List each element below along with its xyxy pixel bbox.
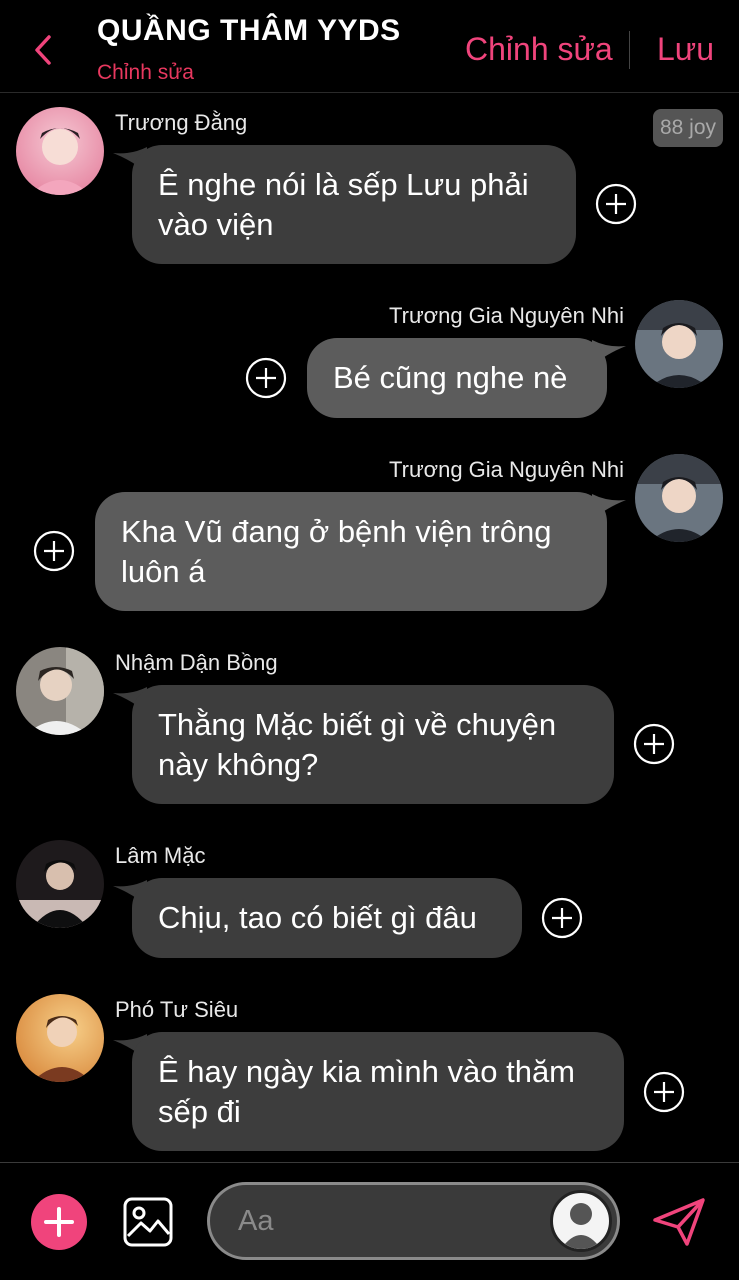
plus-circle-icon[interactable] bbox=[541, 897, 583, 939]
avatar[interactable] bbox=[635, 454, 723, 542]
plus-circle-icon[interactable] bbox=[595, 183, 637, 225]
plus-circle-icon[interactable] bbox=[33, 530, 75, 572]
sender-name: Nhậm Dận Bồng bbox=[115, 650, 278, 675]
sender-name: Trương Đằng bbox=[115, 110, 248, 135]
avatar[interactable] bbox=[635, 300, 723, 388]
sender-name: Lâm Mặc bbox=[115, 843, 206, 868]
message-line: sếp đi bbox=[158, 1094, 241, 1129]
chevron-left-icon[interactable] bbox=[28, 30, 58, 70]
sender-name: Trương Gia Nguyên Nhi bbox=[389, 303, 624, 328]
send-icon[interactable] bbox=[651, 1196, 707, 1248]
user-silhouette-icon[interactable] bbox=[550, 1190, 612, 1252]
edit-button[interactable]: Chỉnh sửa bbox=[465, 31, 613, 68]
message-bubble[interactable]: Thằng Mặc biết gì về chuyện này không? bbox=[132, 685, 614, 804]
message-line: Chịu, tao có biết gì đâu bbox=[158, 900, 477, 935]
save-button[interactable]: Lưu bbox=[657, 31, 714, 68]
message-bubble[interactable]: Ê hay ngày kia mình vào thăm sếp đi bbox=[132, 1032, 624, 1151]
plus-circle-icon[interactable] bbox=[643, 1071, 685, 1113]
plus-circle-icon[interactable] bbox=[633, 723, 675, 765]
avatar[interactable] bbox=[16, 840, 104, 928]
avatar[interactable] bbox=[16, 647, 104, 735]
add-button[interactable] bbox=[31, 1194, 87, 1250]
header-divider bbox=[629, 31, 630, 69]
sender-name: Phó Tư Siêu bbox=[115, 997, 239, 1022]
message-bubble[interactable]: Ê nghe nói là sếp Lưu phải vào viện bbox=[132, 145, 576, 264]
message-line: Kha Vũ đang ở bệnh viện trông bbox=[121, 514, 552, 549]
joy-badge: 88 joy bbox=[653, 109, 723, 147]
avatar[interactable] bbox=[16, 994, 104, 1082]
input-placeholder: Aa bbox=[238, 1205, 274, 1237]
message-line: luôn á bbox=[121, 554, 206, 589]
plus-circle-icon[interactable] bbox=[245, 357, 287, 399]
plus-icon bbox=[44, 1207, 74, 1237]
message-bubble[interactable]: Bé cũng nghe nè bbox=[307, 338, 607, 418]
avatar[interactable] bbox=[16, 107, 104, 195]
message-input[interactable]: Aa bbox=[207, 1182, 620, 1260]
chat-header: QUẦNG THÂM YYDS Chỉnh sửa Chỉnh sửa Lưu bbox=[0, 0, 739, 93]
chat-title: QUẦNG THÂM YYDS bbox=[97, 14, 401, 47]
message-line: Ê nghe nói là sếp Lưu phải bbox=[158, 167, 529, 202]
image-icon[interactable] bbox=[122, 1196, 174, 1248]
chat-subtitle[interactable]: Chỉnh sửa bbox=[97, 61, 194, 85]
message-line: Bé cũng nghe nè bbox=[333, 360, 568, 395]
sender-name: Trương Gia Nguyên Nhi bbox=[389, 457, 624, 482]
message-line: Thằng Mặc biết gì về chuyện bbox=[158, 707, 557, 742]
message-line: Ê hay ngày kia mình vào thăm bbox=[158, 1054, 576, 1089]
composer-bar: Aa bbox=[0, 1162, 739, 1280]
message-line: vào viện bbox=[158, 207, 274, 242]
message-bubble[interactable]: Chịu, tao có biết gì đâu bbox=[132, 878, 522, 958]
message-line: này không? bbox=[158, 747, 319, 782]
message-bubble[interactable]: Kha Vũ đang ở bệnh viện trông luôn á bbox=[95, 492, 607, 611]
